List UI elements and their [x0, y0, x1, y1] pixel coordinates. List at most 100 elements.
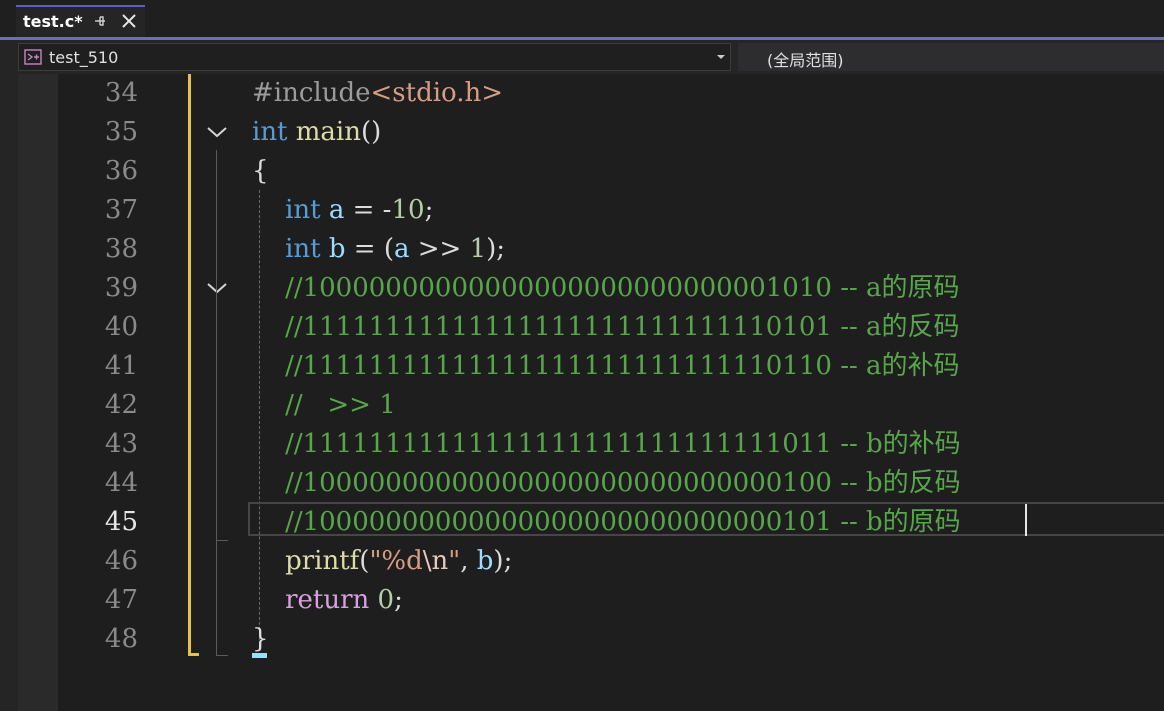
code-line[interactable]: //11111111111111111111111111110101 -- a的…: [252, 308, 960, 347]
code-token: printf: [285, 546, 360, 576]
fold-chevron-icon[interactable]: [205, 124, 229, 140]
code-line[interactable]: //11111111111111111111111111111011 -- b的…: [252, 425, 961, 464]
code-token: 10: [391, 195, 425, 225]
outline-guide: [216, 305, 217, 655]
code-token: #include: [252, 78, 371, 108]
code-token: int: [285, 234, 321, 264]
pin-icon[interactable]: [94, 13, 108, 29]
change-tracking-bar: [188, 74, 191, 653]
line-number: 38: [104, 234, 138, 264]
code-token: int: [285, 195, 321, 225]
code-token: = -: [344, 195, 392, 225]
outline-guide-end: [216, 655, 228, 656]
code-token: >>: [409, 234, 470, 264]
code-token: //10000000000000000000000000001010 -- a的…: [285, 273, 960, 303]
code-line[interactable]: int b = (a >> 1);: [252, 230, 505, 269]
code-line[interactable]: int main(): [252, 113, 381, 152]
code-token: b: [328, 234, 346, 264]
text-caret: [1025, 504, 1027, 536]
scope-dropdown[interactable]: (全局范围): [738, 43, 1164, 71]
chevron-down-icon[interactable]: [716, 53, 726, 61]
code-token: //11111111111111111111111111110101 -- a的…: [285, 312, 960, 342]
code-token: // >> 1: [285, 390, 396, 420]
line-number: 40: [104, 312, 138, 342]
code-token: 1: [469, 234, 487, 264]
code-line[interactable]: #include<stdio.h>: [252, 74, 503, 113]
line-number: 45: [104, 507, 138, 537]
code-token: b: [476, 546, 494, 576]
line-number: 47: [104, 585, 138, 615]
code-token: <stdio.h>: [370, 78, 504, 108]
code-token: }: [252, 624, 269, 654]
line-number: 43: [104, 429, 138, 459]
line-number: 42: [104, 390, 138, 420]
line-number: 41: [104, 351, 138, 381]
line-number: 34: [104, 78, 138, 108]
line-number: 44: [104, 468, 138, 498]
close-icon[interactable]: [120, 12, 138, 30]
code-token: );: [493, 546, 513, 576]
code-token: = (: [345, 234, 394, 264]
code-token: main: [295, 117, 361, 147]
code-token: ": [448, 546, 461, 576]
scope-label: (全局范围): [767, 51, 844, 70]
code-token: //10000000000000000000000000000101 -- b的…: [285, 507, 961, 537]
code-line[interactable]: //10000000000000000000000000000101 -- b的…: [252, 503, 961, 542]
code-token: "%d: [369, 546, 423, 576]
line-number: 35: [104, 117, 138, 147]
code-token: ;: [394, 585, 403, 615]
code-token: a: [393, 234, 410, 264]
code-token: return: [285, 585, 370, 615]
code-token: //11111111111111111111111111111011 -- b的…: [285, 429, 961, 459]
brace-match-marker: [252, 653, 267, 658]
project-name: test_510: [49, 48, 119, 67]
navigation-bar: test_510 (全局范围): [0, 40, 1164, 74]
code-line[interactable]: // >> 1: [252, 386, 396, 425]
code-token: ;: [424, 195, 434, 225]
code-line[interactable]: //10000000000000000000000000000100 -- b的…: [252, 464, 961, 503]
glyph-margin: [18, 74, 58, 711]
tab-title: test.c*: [23, 12, 83, 31]
code-token: );: [486, 234, 506, 264]
code-token: int: [252, 117, 288, 147]
project-icon: [24, 49, 42, 65]
tab-test-c[interactable]: test.c*: [16, 5, 145, 37]
code-token: ,: [460, 546, 477, 576]
code-token: \n: [422, 546, 449, 576]
code-line[interactable]: int a = -10;: [252, 191, 433, 230]
project-dropdown[interactable]: test_510: [18, 43, 731, 71]
outline-guide-end: [216, 540, 228, 541]
line-number: 48: [104, 624, 138, 654]
code-line[interactable]: {: [252, 152, 269, 191]
code-line[interactable]: return 0;: [252, 581, 403, 620]
code-token: //10000000000000000000000000000100 -- b的…: [285, 468, 961, 498]
fold-chevron-icon[interactable]: [205, 280, 229, 296]
tab-strip: test.c*: [0, 0, 1164, 38]
line-number: 36: [104, 156, 138, 186]
line-number: 46: [104, 546, 138, 576]
code-token: a: [328, 195, 345, 225]
code-line[interactable]: //11111111111111111111111111110110 -- a的…: [252, 347, 960, 386]
code-token: {: [252, 156, 269, 186]
line-number: 37: [104, 195, 138, 225]
change-tracking-bar-end: [188, 653, 199, 656]
left-margin-strip: [0, 74, 19, 711]
code-line[interactable]: //10000000000000000000000000001010 -- a的…: [252, 269, 960, 308]
code-line[interactable]: printf("%d\n", b);: [252, 542, 512, 581]
code-token: //11111111111111111111111111110110 -- a的…: [285, 351, 960, 381]
code-token: (: [359, 546, 370, 576]
